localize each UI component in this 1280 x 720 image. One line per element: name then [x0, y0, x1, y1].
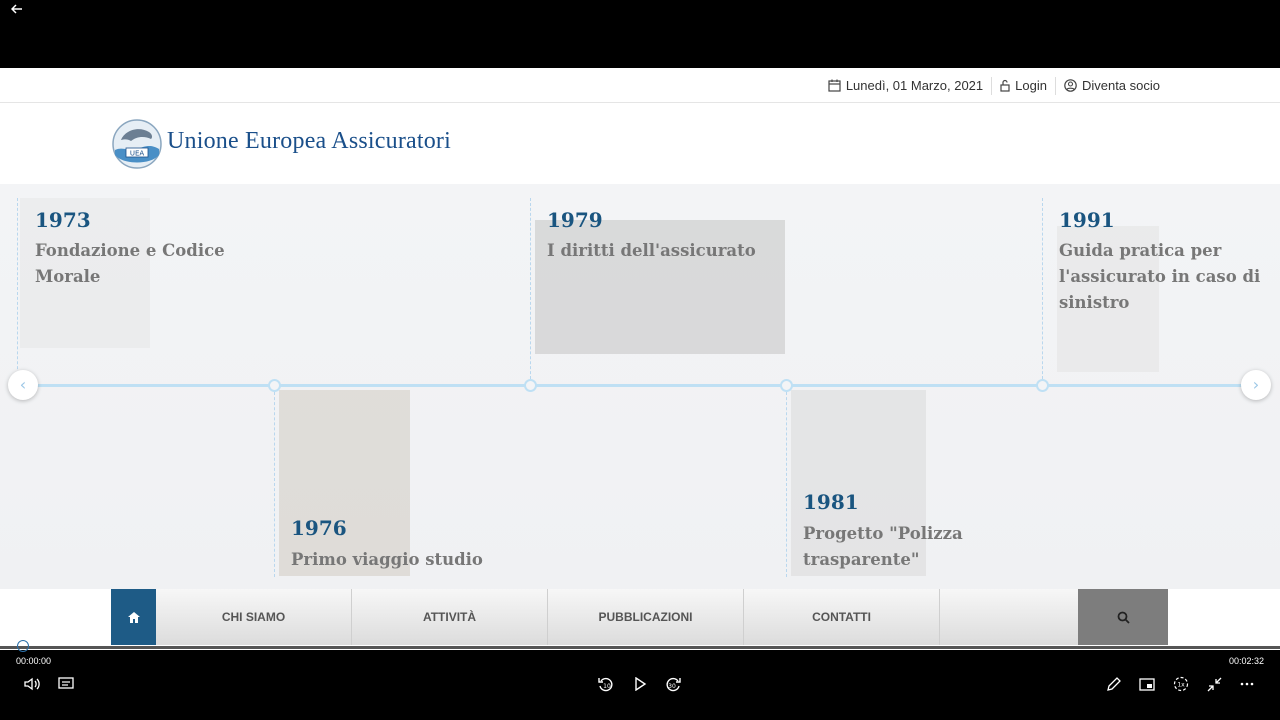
video-controls: 00:00:00 00:02:32 10 30 1x — [0, 640, 1280, 720]
calendar-icon — [828, 79, 841, 92]
connector-1973 — [17, 198, 18, 384]
nav-item-contatti[interactable]: CONTATTI — [744, 589, 940, 645]
rewind-label: 10 — [603, 683, 611, 690]
captions-button[interactable] — [56, 674, 76, 694]
top-info-bar: Lunedì, 01 Marzo, 2021 Login Diventa soc… — [0, 68, 1280, 103]
captions-icon — [58, 677, 74, 689]
event-title[interactable]: Guida pratica per l'assicurato in caso d… — [1059, 238, 1269, 316]
logo-badge-text: UEA — [130, 150, 145, 158]
home-icon — [127, 611, 140, 623]
date-text: Lunedì, 01 Marzo, 2021 — [845, 78, 984, 93]
login-label: Login — [1015, 78, 1047, 93]
player-top-bar — [0, 0, 1280, 68]
speed-label: 1x — [1177, 682, 1185, 689]
more-options-button[interactable] — [1237, 674, 1257, 694]
nav-home-button[interactable] — [111, 589, 156, 645]
timeline-next-button[interactable]: › — [1241, 370, 1271, 400]
user-circle-icon — [1064, 79, 1077, 92]
play-button[interactable] — [630, 674, 650, 694]
dolphin-logo[interactable]: UEA — [111, 118, 163, 170]
connector-1976 — [274, 387, 275, 577]
history-timeline: 1973 Fondazione e Codice Morale 1976 Pri… — [0, 184, 1280, 589]
forward-label: 30 — [668, 683, 676, 690]
date-display: Lunedì, 01 Marzo, 2021 — [820, 77, 991, 95]
event-year: 1976 — [291, 516, 347, 540]
exit-fullscreen-icon — [1207, 677, 1221, 691]
volume-icon — [24, 677, 40, 691]
more-horizontal-icon — [1240, 682, 1254, 686]
event-year: 1979 — [547, 208, 603, 232]
nav-item-attivita[interactable]: ATTIVITÀ — [352, 589, 548, 645]
rewind-10-button[interactable]: 10 — [596, 674, 616, 694]
chevron-left-icon: ‹ — [19, 375, 27, 394]
connector-1979 — [530, 198, 531, 384]
lock-icon — [1000, 79, 1010, 92]
total-time: 00:02:32 — [1228, 656, 1264, 666]
current-time: 00:00:00 — [16, 656, 52, 666]
mini-player-button[interactable] — [1137, 674, 1157, 694]
site-header: UEA Unione Europea Assicuratori — [0, 104, 1280, 184]
nav-search-button[interactable] — [1078, 589, 1168, 645]
forward-30-button[interactable]: 30 — [663, 674, 683, 694]
playback-speed-button[interactable]: 1x — [1171, 674, 1191, 694]
forward-icon: 30 — [666, 677, 681, 692]
play-icon — [635, 677, 647, 691]
timeline-axis — [25, 384, 1257, 387]
timeline-prev-button[interactable]: ‹ — [8, 370, 38, 400]
event-title[interactable]: Fondazione e Codice Morale — [35, 238, 255, 290]
nav-item-pubblicazioni[interactable]: PUBBLICAZIONI — [548, 589, 744, 645]
timeline-dot[interactable] — [268, 379, 281, 392]
web-page: Lunedì, 01 Marzo, 2021 Login Diventa soc… — [0, 68, 1280, 650]
timeline-dot[interactable] — [524, 379, 537, 392]
rewind-icon: 10 — [598, 677, 613, 692]
event-title[interactable]: Progetto "Polizza trasparente" — [803, 521, 1003, 573]
timeline-dot[interactable] — [780, 379, 793, 392]
site-name[interactable]: Unione Europea Assicuratori — [167, 128, 451, 155]
main-navigation: CHI SIAMO ATTIVITÀ PUBBLICAZIONI CONTATT… — [111, 589, 1168, 645]
volume-button[interactable] — [22, 674, 42, 694]
seek-thumb[interactable] — [17, 640, 29, 652]
nav-item-chi-siamo[interactable]: CHI SIAMO — [156, 589, 352, 645]
connector-1981 — [786, 387, 787, 577]
arrow-left-icon — [10, 4, 22, 14]
join-link[interactable]: Diventa socio — [1054, 76, 1168, 95]
seek-bar[interactable] — [0, 646, 1280, 649]
back-button[interactable] — [8, 2, 26, 20]
pen-icon — [1106, 676, 1121, 691]
exit-fullscreen-button[interactable] — [1204, 674, 1224, 694]
timeline-dot[interactable] — [1036, 379, 1049, 392]
speed-icon: 1x — [1173, 676, 1189, 692]
event-year: 1973 — [35, 208, 91, 232]
picture-in-picture-icon — [1139, 677, 1155, 691]
join-label: Diventa socio — [1081, 78, 1160, 93]
chevron-right-icon: › — [1252, 375, 1260, 394]
event-title[interactable]: I diritti dell'assicurato — [547, 238, 787, 264]
connector-1991 — [1042, 198, 1043, 384]
event-year: 1991 — [1059, 208, 1115, 232]
annotate-button[interactable] — [1103, 674, 1123, 694]
event-title[interactable]: Primo viaggio studio — [291, 547, 531, 573]
search-icon — [1117, 611, 1130, 624]
login-link[interactable]: Login — [991, 76, 1055, 95]
event-year: 1981 — [803, 490, 859, 514]
